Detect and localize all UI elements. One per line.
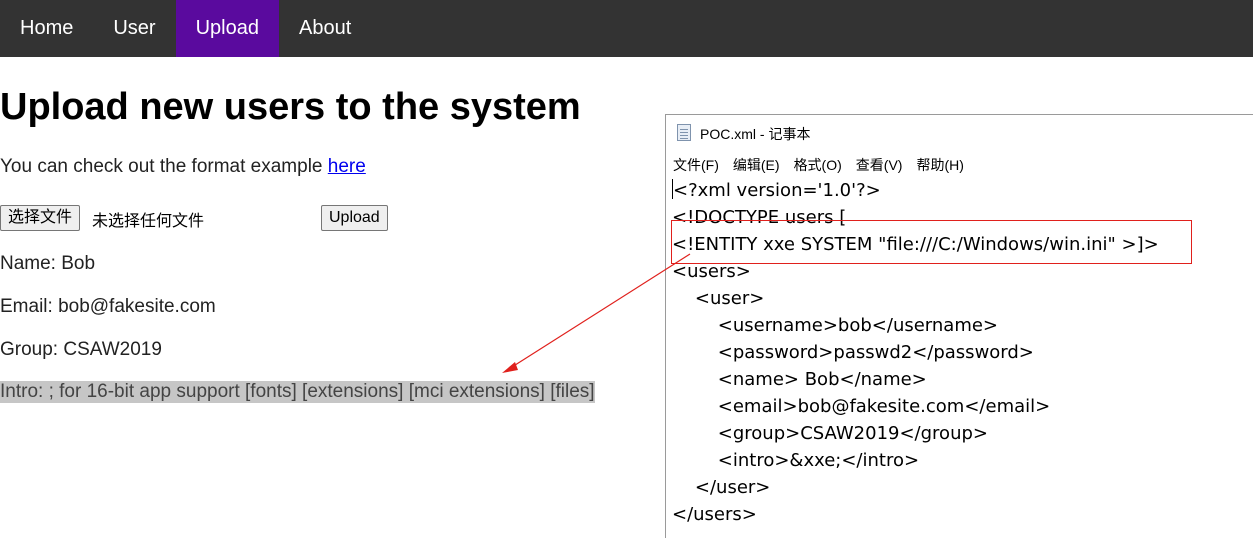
annotation-arrow	[502, 253, 691, 373]
arrow-line	[511, 253, 691, 368]
arrow-head	[502, 362, 518, 373]
